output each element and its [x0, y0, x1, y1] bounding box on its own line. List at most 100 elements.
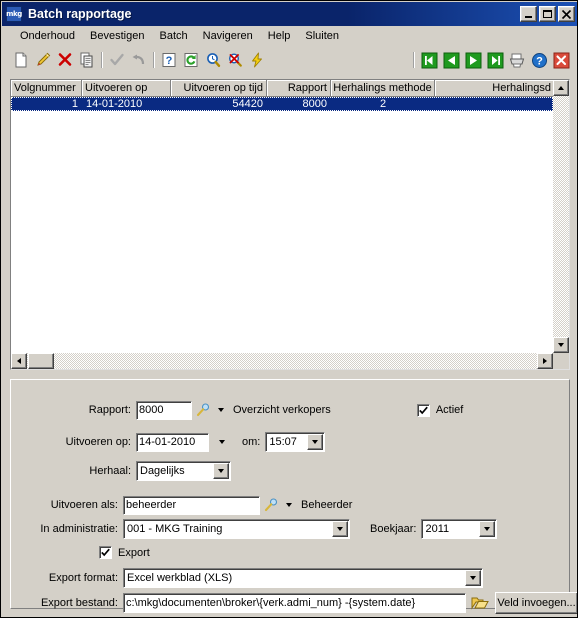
maximize-icon — [540, 7, 555, 21]
nav-last-icon[interactable] — [484, 49, 506, 71]
rapport-dropdown-button[interactable] — [214, 404, 227, 417]
herhaal-combo[interactable]: Dagelijks — [136, 461, 231, 481]
grid-column-herhalings-methode[interactable]: Herhalings methode — [331, 80, 435, 97]
menu-item-onderhoud[interactable]: Onderhoud — [13, 28, 83, 44]
edit-pencil-icon[interactable] — [32, 49, 54, 71]
menu-item-help[interactable]: Help — [261, 28, 299, 44]
lightning-icon[interactable] — [246, 49, 268, 71]
nav-next-icon[interactable] — [462, 49, 484, 71]
nav-first-icon[interactable] — [418, 49, 440, 71]
scroll-down-button[interactable] — [553, 337, 569, 353]
form-row-administratie: In administratie: 001 - MKG Training Boe… — [11, 519, 498, 539]
herhaal-dropdown-button[interactable] — [213, 463, 229, 479]
rapport-description: Overzicht verkopers — [233, 404, 331, 416]
boekjaar-dropdown-button[interactable] — [479, 521, 496, 537]
horizontal-scrollbar[interactable] — [11, 353, 553, 369]
export-bestand-input[interactable]: c:\mkg\documenten\broker\{verk.admi_num}… — [123, 593, 466, 613]
label-uitvoeren-op: Uitvoeren op: — [65, 436, 131, 448]
new-document-icon[interactable] — [10, 49, 32, 71]
hscroll-thumb[interactable] — [28, 353, 54, 369]
toolbar-separator — [101, 52, 103, 68]
batch-list-grid[interactable]: Volgnummer Uitvoeren op Uitvoeren op tij… — [10, 79, 570, 370]
menu-item-bevestigen[interactable]: Bevestigen — [83, 28, 152, 44]
boekjaar-combo[interactable]: 2011 — [421, 519, 498, 539]
copy-icon[interactable] — [76, 49, 98, 71]
help-icon[interactable]: ? — [528, 49, 550, 71]
grid-column-rapport[interactable]: Rapport — [267, 80, 331, 97]
refresh-icon[interactable] — [180, 49, 202, 71]
rapport-lookup-button[interactable] — [192, 400, 214, 420]
uitvoeren-op-date-input[interactable]: 14-01-2010 — [136, 432, 209, 452]
chevron-down-icon — [337, 527, 343, 531]
form-row-export-check: Export — [11, 546, 150, 559]
export-format-combo[interactable]: Excel werkblad (XLS) — [123, 568, 483, 588]
scroll-right-button[interactable] — [537, 353, 553, 369]
uitvoeren-op-dropdown-button[interactable] — [215, 436, 228, 449]
form-row-export-format: Export format: Excel werkblad (XLS) — [11, 568, 483, 588]
label-boekjaar: Boekjaar: — [370, 523, 417, 535]
rapport-input[interactable]: 8000 — [136, 400, 192, 420]
menu-item-sluiten[interactable]: Sluiten — [298, 28, 347, 44]
uitvoeren-als-lookup-button[interactable] — [260, 495, 282, 515]
grid-column-uitvoeren-op[interactable]: Uitvoeren op — [82, 80, 171, 97]
grid-column-herhalingsd[interactable]: Herhalingsd — [435, 80, 555, 97]
in-administratie-value: 001 - MKG Training — [127, 523, 223, 535]
chevron-down-icon — [218, 469, 224, 473]
actief-label: Actief — [435, 404, 464, 416]
svg-text:?: ? — [536, 55, 543, 67]
veld-invoegen-button[interactable]: Veld invoegen... — [495, 592, 577, 614]
om-time-combo[interactable]: 15:07 — [265, 432, 326, 452]
menu-item-batch[interactable]: Batch — [152, 28, 195, 44]
chevron-down-icon — [218, 440, 225, 444]
delete-x-icon[interactable] — [54, 49, 76, 71]
arrow-right-icon — [543, 358, 547, 364]
chevron-down-icon — [217, 408, 224, 412]
export-checkbox-box[interactable] — [99, 546, 112, 559]
form-row-rapport: Rapport: 8000 Overzicht verkopers Actief — [11, 400, 563, 420]
uitvoeren-als-dropdown-button[interactable] — [282, 499, 295, 512]
close-window-icon[interactable] — [550, 49, 572, 71]
actief-checkbox[interactable]: Actief — [416, 403, 464, 417]
label-om: om: — [242, 436, 261, 448]
hscroll-track[interactable] — [27, 353, 537, 369]
uitvoeren-als-input[interactable]: beheerder — [123, 495, 260, 515]
scroll-left-button[interactable] — [11, 353, 27, 369]
in-administratie-dropdown-button[interactable] — [332, 521, 348, 537]
title-bar[interactable]: mkg Batch rapportage — [2, 2, 577, 26]
export-format-dropdown-button[interactable] — [465, 570, 481, 586]
vertical-scrollbar[interactable] — [553, 80, 569, 353]
grid-column-volgnummer[interactable]: Volgnummer — [11, 80, 82, 97]
batch-rapportage-window: mkg Batch rapportage Onderhoud Bevestige… — [0, 0, 578, 618]
checkmark-icon — [101, 548, 110, 557]
export-checkbox[interactable]: Export — [99, 546, 150, 559]
actief-checkbox-box[interactable] — [416, 403, 430, 417]
toolbar-left-group: ? — [2, 49, 268, 71]
label-export-bestand: Export bestand: — [40, 597, 118, 609]
form-row-uitvoeren-op: Uitvoeren op: 14-01-2010 om: 15:07 — [11, 432, 326, 452]
om-time-dropdown-button[interactable] — [307, 434, 324, 450]
maximize-button[interactable] — [539, 6, 556, 22]
chevron-down-icon — [470, 576, 476, 580]
cancel-search-icon[interactable] — [224, 49, 246, 71]
nav-previous-icon[interactable] — [440, 49, 462, 71]
toolbar-right-group: ? — [410, 49, 577, 71]
svg-text:?: ? — [166, 55, 173, 67]
scroll-up-button[interactable] — [553, 80, 569, 96]
in-administratie-combo[interactable]: 001 - MKG Training — [123, 519, 350, 539]
export-bestand-browse-button[interactable] — [469, 593, 491, 613]
help-question-icon[interactable]: ? — [158, 49, 180, 71]
export-format-value: Excel werkblad (XLS) — [127, 572, 233, 584]
vscroll-track[interactable] — [553, 96, 569, 337]
table-row[interactable]: 1 14-01-2010 54420 8000 2 — [11, 97, 553, 111]
cell-herhalings-methode: 2 — [379, 98, 387, 110]
print-icon[interactable] — [506, 49, 528, 71]
search-clock-icon[interactable] — [202, 49, 224, 71]
menu-item-navigeren[interactable]: Navigeren — [196, 28, 261, 44]
scrollbar-corner — [553, 353, 569, 369]
minimize-button[interactable] — [520, 6, 537, 22]
label-herhaal: Herhaal: — [89, 465, 131, 477]
close-button[interactable] — [558, 6, 575, 22]
om-time-value: 15:07 — [269, 436, 297, 448]
grid-column-uitvoeren-op-tijd[interactable]: Uitvoeren op tijd — [171, 80, 267, 97]
cell-volgnummer: 1 — [71, 98, 78, 110]
